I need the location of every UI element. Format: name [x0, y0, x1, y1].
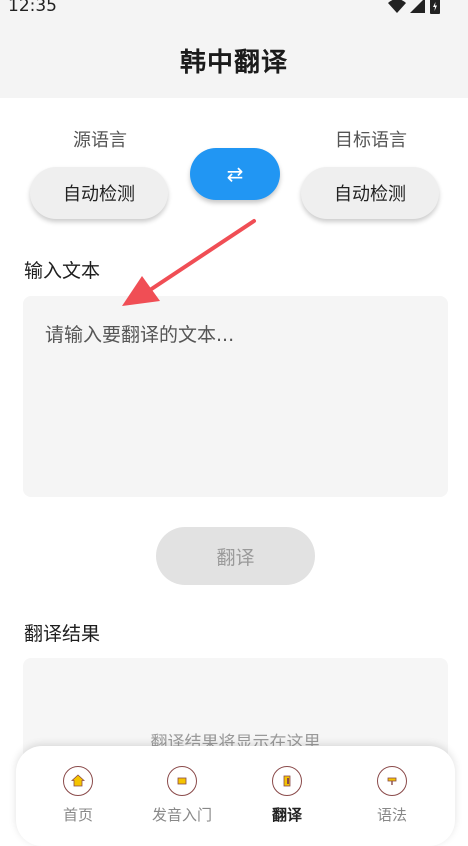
- battery-icon: [430, 0, 440, 14]
- target-language-button[interactable]: 自动检测: [301, 167, 439, 219]
- app-header: 韩中翻译: [0, 22, 468, 98]
- nav-label-home: 首页: [62, 806, 93, 824]
- source-language-label: 源语言: [73, 130, 127, 151]
- pronunciation-icon: [167, 766, 197, 796]
- swap-languages-button[interactable]: ⇄: [190, 148, 280, 200]
- nav-item-pronunciation[interactable]: 发音入门: [137, 766, 227, 825]
- swap-icon: ⇄: [226, 162, 244, 186]
- nav-item-grammar[interactable]: 语法: [347, 766, 437, 825]
- nav-label-pronunciation: 发音入门: [151, 806, 212, 824]
- bottom-nav: 首页 发音入门 翻译 语法: [16, 746, 455, 846]
- nav-item-translate[interactable]: 翻译: [242, 766, 332, 825]
- page-title: 韩中翻译: [179, 48, 288, 78]
- cellular-icon: [410, 0, 425, 13]
- translate-button[interactable]: 翻译: [156, 527, 315, 585]
- status-time: 12:35: [8, 0, 57, 16]
- grammar-icon: [377, 766, 407, 796]
- status-icons: [388, 0, 440, 14]
- input-text-area[interactable]: [23, 296, 448, 497]
- nav-label-translate: 翻译: [271, 806, 302, 824]
- status-bar: 12:35: [0, 0, 468, 22]
- nav-label-grammar: 语法: [376, 806, 407, 824]
- nav-item-home[interactable]: 首页: [33, 766, 123, 825]
- wifi-icon: [388, 0, 406, 13]
- home-icon: [63, 766, 93, 796]
- input-text-area-container: [23, 296, 448, 497]
- source-language-button[interactable]: 自动检测: [30, 167, 168, 219]
- result-label: 翻译结果: [24, 623, 101, 645]
- translate-icon: [272, 766, 302, 796]
- input-text-label: 输入文本: [24, 260, 101, 282]
- target-language-label: 目标语言: [335, 130, 407, 151]
